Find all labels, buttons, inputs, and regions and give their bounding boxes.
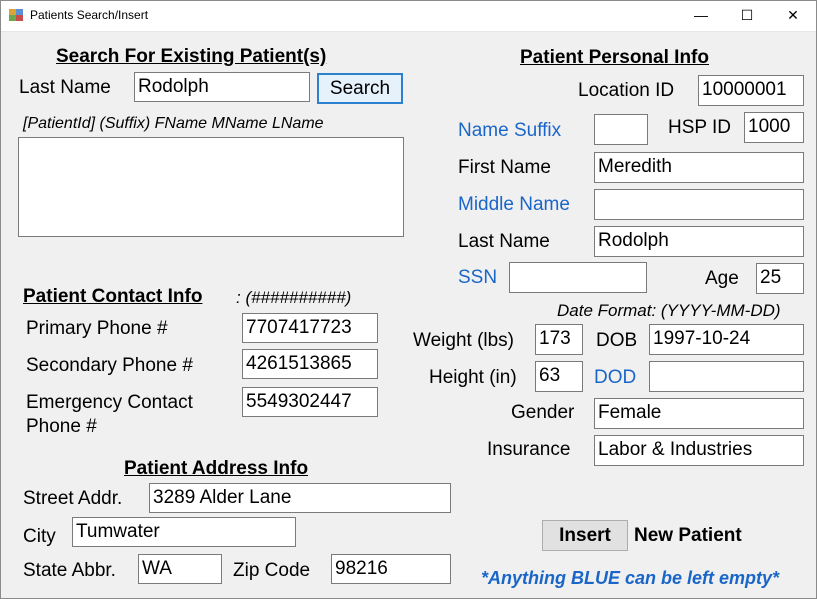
- results-format-label: [PatientId] (Suffix) FName MName LName: [23, 115, 324, 132]
- age-label: Age: [705, 268, 739, 289]
- date-format-hint: Date Format: (YYYY-MM-DD): [557, 301, 781, 320]
- state-label: State Abbr.: [23, 560, 116, 581]
- primary-phone-input[interactable]: 7707417723: [242, 313, 378, 343]
- gender-input[interactable]: Female: [594, 398, 804, 429]
- address-heading: Patient Address Info: [124, 458, 309, 479]
- dob-label: DOB: [596, 330, 638, 351]
- middle-name-input[interactable]: [594, 189, 804, 220]
- height-label: Height (in): [429, 367, 517, 388]
- height-input[interactable]: 63: [535, 361, 583, 392]
- close-icon: ✕: [787, 7, 799, 23]
- dob-input[interactable]: 1997-10-24: [649, 324, 804, 355]
- close-button[interactable]: ✕: [770, 0, 816, 31]
- first-name-input[interactable]: Meredith: [594, 152, 804, 183]
- zip-input[interactable]: 98216: [331, 554, 451, 584]
- zip-label: Zip Code: [233, 560, 311, 581]
- search-last-name-input[interactable]: Rodolph: [134, 72, 310, 102]
- state-input[interactable]: WA: [138, 554, 222, 584]
- app-icon: [9, 9, 23, 21]
- search-last-name-label: Last Name: [19, 77, 111, 98]
- insert-button[interactable]: Insert: [542, 520, 628, 551]
- name-suffix-label: Name Suffix: [458, 120, 562, 141]
- weight-label: Weight (lbs): [413, 330, 515, 351]
- age-input[interactable]: 25: [756, 263, 804, 294]
- phone-format-hint: : (##########): [236, 288, 352, 307]
- contact-heading: Patient Contact Info: [23, 286, 203, 307]
- city-input[interactable]: Tumwater: [72, 517, 296, 547]
- insurance-input[interactable]: Labor & Industries: [594, 435, 804, 466]
- emergency-phone-label-line2: Phone #: [26, 416, 97, 437]
- insert-suffix-text: New Patient: [634, 525, 742, 546]
- hsp-id-input[interactable]: 1000: [744, 112, 804, 143]
- gender-label: Gender: [511, 402, 575, 423]
- last-name-input[interactable]: Rodolph: [594, 226, 804, 257]
- dod-label: DOD: [594, 367, 637, 388]
- hsp-id-label: HSP ID: [668, 117, 732, 138]
- maximize-icon: ☐: [740, 7, 754, 23]
- window-title: Patients Search/Insert: [30, 8, 149, 22]
- dod-input[interactable]: [649, 361, 804, 392]
- first-name-label: First Name: [458, 157, 551, 178]
- ssn-label: SSN: [458, 267, 498, 288]
- weight-input[interactable]: 173: [535, 324, 583, 355]
- ssn-input[interactable]: [509, 262, 647, 293]
- search-heading: Search For Existing Patient(s): [56, 46, 327, 67]
- maximize-button[interactable]: ☐: [724, 0, 770, 31]
- emergency-phone-label-line1: Emergency Contact: [26, 392, 193, 413]
- insurance-label: Insurance: [487, 439, 571, 460]
- street-label: Street Addr.: [23, 488, 123, 509]
- street-input[interactable]: 3289 Alder Lane: [149, 483, 451, 513]
- primary-phone-label: Primary Phone #: [26, 318, 168, 339]
- name-suffix-input[interactable]: [594, 114, 648, 145]
- secondary-phone-input[interactable]: 4261513865: [242, 349, 378, 379]
- minimize-button[interactable]: —: [678, 0, 724, 31]
- search-button[interactable]: Search: [317, 73, 403, 104]
- location-id-input[interactable]: 10000001: [698, 75, 804, 106]
- location-id-label: Location ID: [578, 80, 675, 101]
- middle-name-label: Middle Name: [458, 194, 570, 215]
- emergency-phone-input[interactable]: 5549302447: [242, 387, 378, 417]
- minimize-icon: —: [694, 7, 708, 23]
- city-label: City: [23, 526, 56, 547]
- secondary-phone-label: Secondary Phone #: [26, 355, 193, 376]
- title-bar: Patients Search/Insert — ☐ ✕: [0, 0, 817, 32]
- optional-fields-note: *Anything BLUE can be left empty*: [481, 568, 780, 588]
- last-name-label: Last Name: [458, 231, 550, 252]
- search-results-list[interactable]: [18, 137, 404, 237]
- personal-heading: Patient Personal Info: [520, 47, 709, 68]
